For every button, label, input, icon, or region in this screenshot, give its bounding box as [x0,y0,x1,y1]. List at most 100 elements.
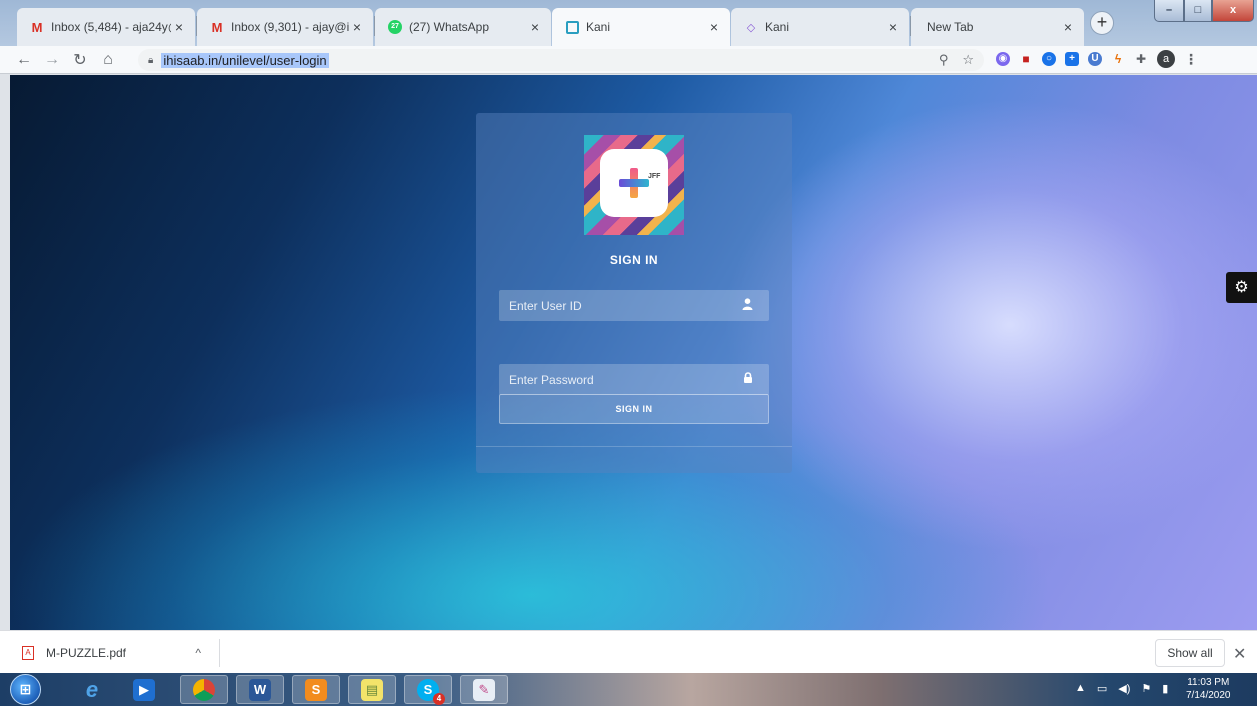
reload-icon: ↻ [73,51,87,69]
taskbar-chrome[interactable] [180,675,228,704]
taskbar-sublime[interactable]: S [292,675,340,704]
extensions-area: ◉ ■ ○ + U ϟ ✚ a ⋮ [996,50,1198,68]
internet-explorer-icon: e [85,676,99,702]
taskbar-paint[interactable]: ✎ [460,675,508,704]
close-icon[interactable]: × [527,19,543,35]
extension-purple-icon[interactable]: ◉ [996,52,1010,66]
kani-icon [564,19,580,35]
sublime-text-icon: S [305,678,327,701]
minimize-button[interactable]: – [1154,0,1184,22]
arrow-right-icon: → [44,50,60,68]
windows-taskbar: ⊞ e ▶ W S ▤ S 4 ✎ ▲ ▭ ◀) ⚑ ▮ 11:03 PM 7/… [0,673,1257,706]
tab-new-tab[interactable]: New Tab × [911,8,1084,46]
tab-title: Inbox (9,301) - ajay@inf [231,20,349,34]
back-button[interactable]: ← [12,48,36,72]
reload-button[interactable]: ↻ [68,48,92,72]
address-bar[interactable]: 🔒︎ ihisaab.in/unilevel/user-login ⚲ ☆ [138,49,984,71]
tab-whatsapp[interactable]: 27 (27) WhatsApp × [375,8,551,46]
download-item[interactable]: A M-PUZZLE.pdf ^ [22,639,220,667]
show-all-button[interactable]: Show all [1155,639,1225,667]
taskbar-clock[interactable]: 11:03 PM 7/14/2020 [1186,676,1231,702]
extension-car-icon[interactable]: ■ [1019,52,1033,66]
browser-tab-strip: M Inbox (5,484) - aja24y@ × M Inbox (9,3… [0,0,1257,46]
kani-logo-icon: ◇ [746,21,756,34]
maximize-button[interactable]: □ [1184,0,1212,22]
sticky-notes-icon: ▤ [361,678,383,701]
tab-title: New Tab [927,20,974,34]
system-tray: ▲ ▭ ◀) ⚑ ▮ [1075,682,1168,695]
logo-badge: JFF [600,149,668,217]
tab-kani-active[interactable]: Kani × [552,8,730,46]
skype-icon: S 4 [417,678,445,705]
tab-gmail-inbox-2[interactable]: M Inbox (9,301) - ajay@inf × [197,8,373,46]
home-button[interactable]: ⌂ [96,48,120,72]
login-card: JFF SIGN IN SIGN IN [476,113,792,473]
tab-gmail-inbox-1[interactable]: M Inbox (5,484) - aja24y@ × [17,8,195,46]
gear-icon: ⚙ [1234,279,1249,296]
close-icon[interactable]: × [706,19,722,35]
zoom-icon[interactable]: ⚲ [939,52,949,68]
whatsapp-badge: 27 [388,20,402,34]
clock-time: 11:03 PM [1187,677,1230,688]
extensions-puzzle-icon[interactable]: ✚ [1134,52,1148,66]
sign-in-button[interactable]: SIGN IN [499,394,769,424]
action-center-flag-icon[interactable]: ⚑ [1141,682,1151,695]
close-icon[interactable]: × [1060,19,1076,35]
whatsapp-icon: 27 [387,19,403,35]
forward-button[interactable]: → [40,48,64,72]
close-icon[interactable]: × [171,19,187,35]
password-input[interactable] [499,364,769,395]
extension-plus-icon[interactable]: + [1065,52,1079,66]
chevron-up-icon[interactable]: ^ [195,646,201,660]
lock-icon: 🔒︎ [148,54,154,66]
windows-logo-icon: ⊞ [19,681,32,697]
volume-icon[interactable]: ◀) [1118,682,1130,695]
tab-title: Kani [586,20,611,34]
extension-cloud-icon[interactable]: ○ [1042,52,1056,66]
extension-bolt-icon[interactable]: ϟ [1111,52,1125,66]
user-id-field[interactable] [499,290,769,321]
close-icon[interactable]: ✕ [1233,644,1246,664]
close-icon[interactable]: × [885,19,901,35]
download-bar: A M-PUZZLE.pdf ^ Show all ✕ [0,630,1257,673]
lock-icon [743,372,753,387]
media-player-icon: ▶ [133,678,155,701]
plus-logo-icon [619,168,649,198]
user-id-input[interactable] [499,290,769,321]
extension-shield-icon[interactable]: U [1088,52,1102,66]
user-icon [742,298,753,313]
sign-in-heading: SIGN IN [609,253,659,267]
tab-title: Inbox (5,484) - aja24y@ [51,20,171,34]
arrow-left-icon: ← [16,50,32,68]
url-text[interactable]: ihisaab.in/unilevel/user-login [161,52,329,68]
settings-gear-button[interactable]: ⚙ [1226,272,1257,303]
bookmark-star-icon[interactable]: ☆ [962,52,974,68]
word-icon: W [249,678,271,701]
taskbar-sticky-notes[interactable]: ▤ [348,675,396,704]
download-file-name: M-PUZZLE.pdf [46,646,127,660]
tab-kani[interactable]: ◇ Kani × [731,8,909,46]
browser-toolbar: ← → ↻ ⌂ 🔒︎ ihisaab.in/unilevel/user-logi… [0,46,1257,74]
network-icon[interactable]: ▭ [1097,682,1107,695]
show-hidden-icons-chevron[interactable]: ▲ [1075,682,1086,695]
power-icon[interactable]: ▮ [1162,682,1168,695]
home-icon: ⌂ [103,50,113,68]
paint-icon: ✎ [473,678,495,701]
page-background: JFF SIGN IN SIGN IN ⚙ [10,75,1257,630]
profile-avatar[interactable]: a [1157,50,1175,68]
taskbar-media-player[interactable]: ▶ [120,675,168,704]
logo-text: JFF [648,173,661,180]
taskbar-skype[interactable]: S 4 [404,675,452,705]
chrome-icon [193,678,215,701]
start-button[interactable]: ⊞ [10,674,41,705]
jff-logo: JFF [584,135,684,235]
password-field[interactable] [499,364,769,395]
close-window-button[interactable]: x [1212,0,1254,22]
taskbar-word[interactable]: W [236,675,284,704]
close-icon[interactable]: × [349,19,365,35]
menu-kebab-icon[interactable]: ⋮ [1184,51,1198,68]
new-tab-button[interactable]: + [1090,11,1114,35]
taskbar-internet-explorer[interactable]: e [68,675,116,704]
tab-title: Kani [765,20,790,34]
clock-date: 7/14/2020 [1186,690,1231,701]
